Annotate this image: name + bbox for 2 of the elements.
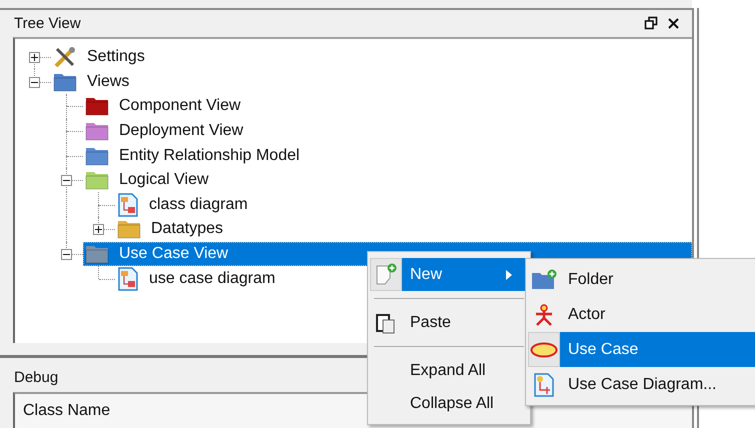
panel-title: Debug	[14, 368, 58, 386]
panel-title: Tree View	[14, 14, 81, 32]
